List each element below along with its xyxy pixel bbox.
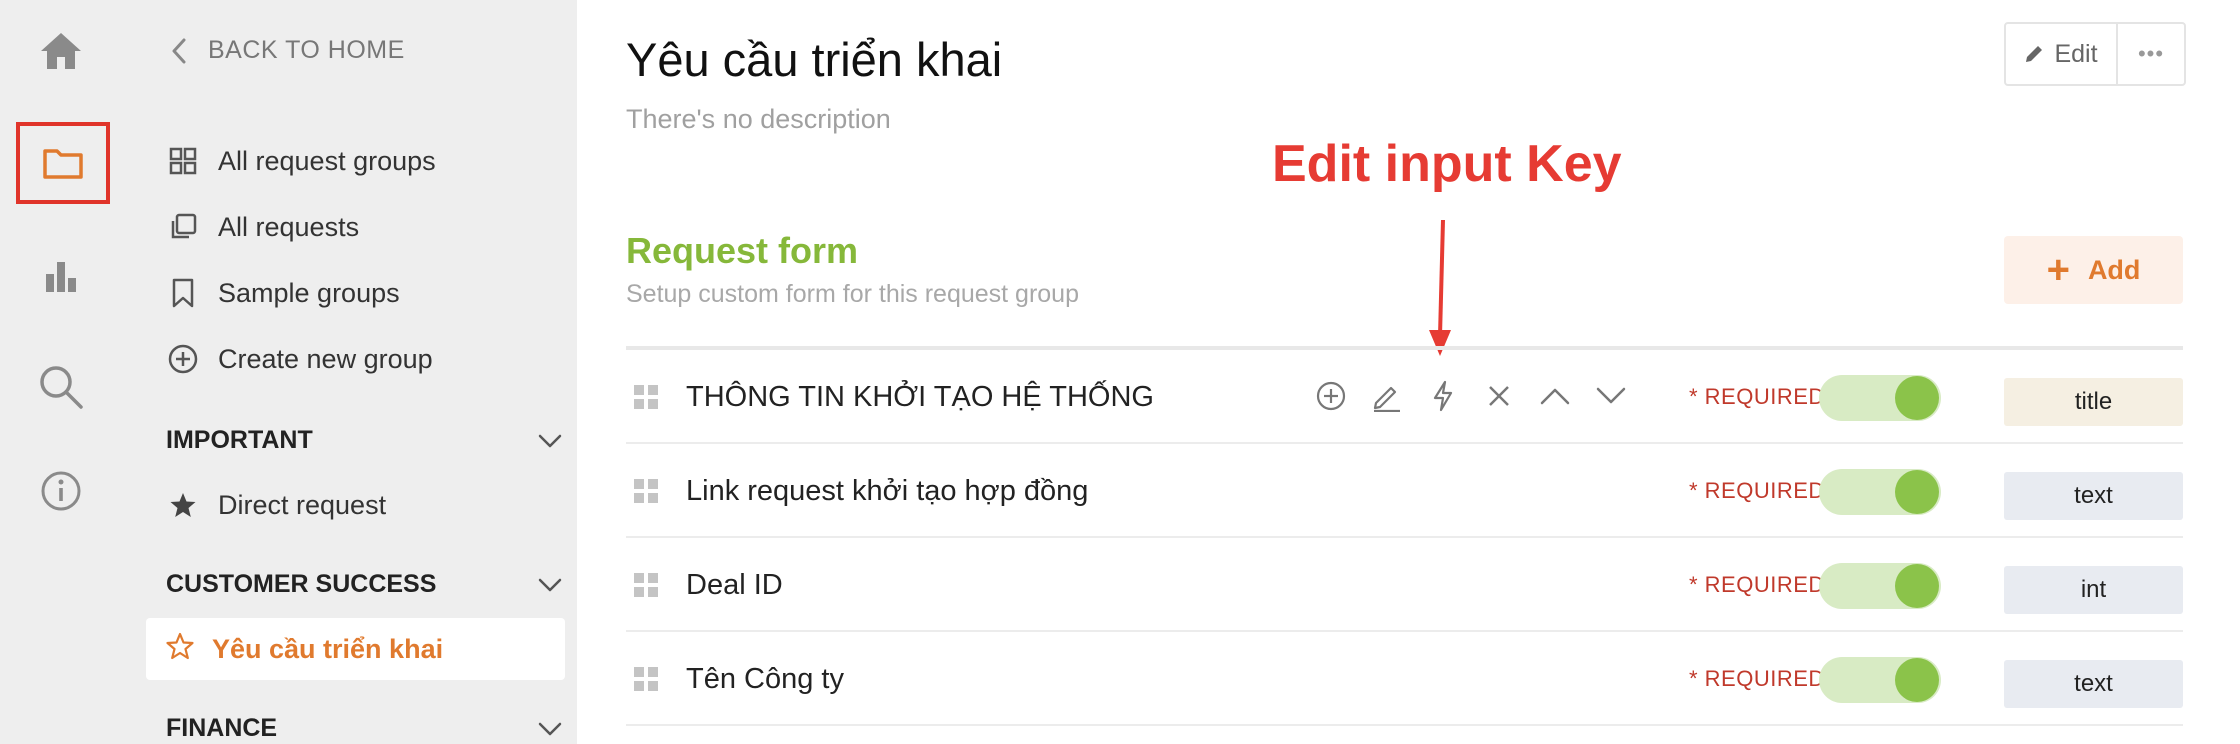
form-field-row: THÔNG TIN KHỞI TẠO HỆ THỐNG * REQUIRED t… xyxy=(626,350,2183,444)
field-actions xyxy=(1314,377,1628,415)
add-label: Add xyxy=(2087,254,2141,285)
drag-handle-icon[interactable] xyxy=(634,479,658,503)
chevron-down-icon xyxy=(538,722,562,735)
required-badge: * REQUIRED xyxy=(1689,478,1825,503)
section-finance[interactable]: FINANCE xyxy=(166,714,562,743)
section-title: IMPORTANT xyxy=(166,426,313,454)
field-label: THÔNG TIN KHỞI TẠO HỆ THỐNG xyxy=(686,381,1154,413)
form-section-title: Request form xyxy=(626,230,859,271)
required-badge: * REQUIRED xyxy=(1689,384,1825,409)
sidebar-item-all-request-groups[interactable]: All request groups xyxy=(166,144,436,178)
field-type-badge[interactable]: title xyxy=(2004,378,2183,426)
field-label: Tên Công ty xyxy=(686,663,844,695)
pencil-icon xyxy=(2026,46,2043,62)
sidebar-item-sample-groups[interactable]: Sample groups xyxy=(166,276,400,310)
sidebar-item-label: All request groups xyxy=(218,145,436,176)
folder-icon[interactable] xyxy=(16,122,110,204)
copy-icon xyxy=(166,210,200,244)
form-field-row: Link request khởi tạo hợp đồng * REQUIRE… xyxy=(626,444,2183,538)
drag-handle-icon[interactable] xyxy=(634,385,658,409)
icon-rail xyxy=(0,0,122,744)
more-options-button[interactable]: ••• xyxy=(2118,24,2184,84)
sidebar-item-yeu-cau-trien-khai[interactable]: Yêu cầu triển khai xyxy=(146,618,565,680)
form-field-list: THÔNG TIN KHỞI TẠO HỆ THỐNG * REQUIRED t… xyxy=(626,346,2183,726)
back-to-home-link[interactable]: BACK TO HOME xyxy=(172,36,405,65)
info-icon[interactable] xyxy=(20,450,102,532)
sidebar-item-create-new-group[interactable]: Create new group xyxy=(166,342,433,376)
sidebar: BACK TO HOME All request groups All requ… xyxy=(122,0,577,744)
plus-icon: + xyxy=(2046,248,2070,292)
form-section-subtitle: Setup custom form for this request group xyxy=(626,280,1079,308)
page-title: Yêu cầu triển khai xyxy=(626,33,1003,86)
move-up-icon[interactable] xyxy=(1538,377,1572,415)
drag-handle-icon[interactable] xyxy=(634,573,658,597)
field-type-badge[interactable]: int xyxy=(2004,566,2183,614)
section-title: CUSTOMER SUCCESS xyxy=(166,570,437,598)
bookmark-icon xyxy=(166,276,200,310)
search-icon[interactable] xyxy=(20,346,102,428)
required-badge: * REQUIRED xyxy=(1689,572,1825,597)
page-description: There's no description xyxy=(626,104,891,134)
section-title: FINANCE xyxy=(166,714,278,742)
main-content: Yêu cầu triển khai There's no descriptio… xyxy=(577,0,2240,744)
annotation-label: Edit input Key xyxy=(1272,135,1622,193)
sidebar-item-all-requests[interactable]: All requests xyxy=(166,210,359,244)
grid-icon xyxy=(166,144,200,178)
field-label: Deal ID xyxy=(686,569,783,601)
more-icon: ••• xyxy=(2137,41,2165,66)
move-down-icon[interactable] xyxy=(1594,377,1628,415)
annotation-arrow-icon xyxy=(1429,219,1451,356)
sidebar-item-label: Direct request xyxy=(218,489,387,520)
chevron-down-icon xyxy=(538,578,562,591)
section-customer-success[interactable]: CUSTOMER SUCCESS xyxy=(166,570,562,599)
star-outline-icon xyxy=(166,632,194,667)
edit-label: Edit xyxy=(2054,39,2098,68)
home-icon[interactable] xyxy=(20,10,102,92)
sidebar-item-label: All requests xyxy=(218,211,360,242)
plus-circle-icon xyxy=(166,342,200,376)
field-toggle[interactable] xyxy=(1819,563,1941,609)
bar-chart-icon[interactable] xyxy=(20,234,102,316)
field-type-badge[interactable]: text xyxy=(2004,660,2183,708)
edit-button[interactable]: Edit xyxy=(2006,24,2118,84)
star-filled-icon xyxy=(166,488,200,522)
header-actions: Edit ••• xyxy=(2004,22,2186,86)
edit-pencil-icon[interactable] xyxy=(1370,377,1404,415)
field-label: Link request khởi tạo hợp đồng xyxy=(686,475,1089,507)
field-type-badge[interactable]: text xyxy=(2004,472,2183,520)
delete-icon[interactable] xyxy=(1482,377,1516,415)
sidebar-item-direct-request[interactable]: Direct request xyxy=(166,488,386,522)
chevron-left-icon xyxy=(172,38,186,63)
field-toggle[interactable] xyxy=(1819,657,1941,703)
sidebar-item-label: Yêu cầu triển khai xyxy=(212,633,444,664)
drag-handle-icon[interactable] xyxy=(634,667,658,691)
sidebar-item-label: Create new group xyxy=(218,343,433,374)
field-toggle[interactable] xyxy=(1819,375,1941,421)
back-label: BACK TO HOME xyxy=(208,36,405,64)
add-field-button[interactable]: + Add xyxy=(2004,236,2183,304)
add-child-icon[interactable] xyxy=(1314,377,1348,415)
section-important[interactable]: IMPORTANT xyxy=(166,426,562,455)
lightning-icon[interactable] xyxy=(1426,377,1460,415)
form-field-row: Tên Công ty * REQUIRED text xyxy=(626,632,2183,726)
form-field-row: Deal ID * REQUIRED int xyxy=(626,538,2183,632)
required-badge: * REQUIRED xyxy=(1689,666,1825,691)
sidebar-item-label: Sample groups xyxy=(218,277,400,308)
chevron-down-icon xyxy=(538,434,562,447)
field-toggle[interactable] xyxy=(1819,469,1941,515)
